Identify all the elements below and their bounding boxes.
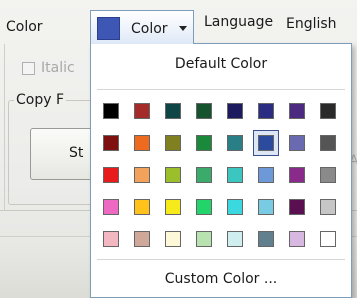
- color-swatch-cell[interactable]: [127, 128, 158, 160]
- color-chip: [289, 231, 305, 247]
- color-dropdown-button[interactable]: Color: [90, 10, 194, 44]
- start-button-label: St: [69, 145, 84, 161]
- color-chip: [134, 199, 150, 215]
- color-swatch-cell[interactable]: [127, 96, 158, 128]
- color-swatch-cell[interactable]: [189, 96, 220, 128]
- color-swatch-cell[interactable]: [220, 224, 251, 256]
- color-chip: [320, 103, 336, 119]
- copy-group-label: Copy F: [14, 92, 67, 108]
- color-grid: [96, 96, 352, 256]
- chevron-down-icon: [179, 26, 187, 31]
- separator: [97, 89, 345, 90]
- color-swatch-cell[interactable]: [282, 96, 313, 128]
- frame-line: [4, 44, 5, 210]
- color-swatch-cell[interactable]: [96, 192, 127, 224]
- color-chip: [103, 167, 119, 183]
- color-swatch-cell[interactable]: [158, 224, 189, 256]
- color-swatch-cell[interactable]: [189, 224, 220, 256]
- color-chip: [227, 167, 243, 183]
- window: Italic Copy F St A Color Color Language …: [0, 0, 357, 298]
- color-swatch-cell[interactable]: [189, 160, 220, 192]
- color-chip: [320, 167, 336, 183]
- color-swatch-cell[interactable]: [313, 160, 344, 192]
- color-chip: [289, 199, 305, 215]
- color-swatch: [97, 17, 120, 40]
- color-swatch-cell[interactable]: [220, 192, 251, 224]
- color-swatch-cell[interactable]: [313, 224, 344, 256]
- color-chip: [258, 167, 274, 183]
- color-chip: [103, 135, 119, 151]
- color-chip: [258, 135, 274, 151]
- color-swatch-cell[interactable]: [96, 224, 127, 256]
- color-chip: [227, 103, 243, 119]
- color-swatch-cell[interactable]: [96, 128, 127, 160]
- color-chip: [103, 103, 119, 119]
- color-swatch-cell[interactable]: [251, 192, 282, 224]
- color-chip: [196, 167, 212, 183]
- color-swatch-cell[interactable]: [313, 192, 344, 224]
- color-swatch-cell[interactable]: [251, 160, 282, 192]
- color-chip: [227, 135, 243, 151]
- default-color-menu-item[interactable]: Default Color: [91, 44, 351, 82]
- color-chip: [134, 167, 150, 183]
- color-swatch-cell[interactable]: [220, 128, 251, 160]
- color-chip: [134, 103, 150, 119]
- italic-label: Italic: [41, 60, 75, 76]
- color-swatch-cell[interactable]: [313, 96, 344, 128]
- language-label: Language: [204, 14, 274, 30]
- color-chip: [258, 103, 274, 119]
- color-swatch-cell[interactable]: [158, 192, 189, 224]
- color-chip: [289, 135, 305, 151]
- color-swatch-cell[interactable]: [96, 160, 127, 192]
- color-swatch-cell[interactable]: [282, 192, 313, 224]
- color-swatch-cell[interactable]: [313, 128, 344, 160]
- color-swatch-cell[interactable]: [127, 224, 158, 256]
- color-chip: [103, 231, 119, 247]
- color-swatch-cell[interactable]: [158, 160, 189, 192]
- color-chip: [227, 199, 243, 215]
- separator: [97, 259, 345, 260]
- color-swatch-cell[interactable]: [96, 96, 127, 128]
- color-swatch-cell[interactable]: [158, 128, 189, 160]
- color-swatch-cell[interactable]: [127, 192, 158, 224]
- color-chip: [165, 135, 181, 151]
- color-chip: [258, 199, 274, 215]
- italic-checkbox[interactable]: [22, 62, 35, 75]
- color-chip: [320, 231, 336, 247]
- color-swatch-cell[interactable]: [220, 96, 251, 128]
- color-swatch-cell[interactable]: [189, 192, 220, 224]
- color-button-label: Color: [131, 21, 168, 37]
- color-chip: [289, 167, 305, 183]
- color-swatch-cell[interactable]: [189, 128, 220, 160]
- color-picker-popup: Default Color Custom Color ...: [90, 43, 352, 298]
- color-chip: [320, 135, 336, 151]
- color-chip: [196, 199, 212, 215]
- color-swatch-cell[interactable]: [251, 96, 282, 128]
- color-chip: [258, 231, 274, 247]
- color-chip: [165, 231, 181, 247]
- color-chip: [227, 231, 243, 247]
- color-swatch-cell[interactable]: [127, 160, 158, 192]
- color-swatch-cell[interactable]: [282, 224, 313, 256]
- color-chip: [165, 199, 181, 215]
- color-label: Color: [6, 19, 43, 35]
- color-chip: [103, 199, 119, 215]
- color-chip: [289, 103, 305, 119]
- color-chip: [134, 135, 150, 151]
- color-chip: [196, 135, 212, 151]
- color-chip: [196, 231, 212, 247]
- color-swatch-cell[interactable]: [251, 224, 282, 256]
- color-swatch-cell[interactable]: [282, 128, 313, 160]
- color-chip: [196, 103, 212, 119]
- color-swatch-cell[interactable]: [158, 96, 189, 128]
- custom-color-menu-item[interactable]: Custom Color ...: [91, 262, 351, 296]
- color-chip: [320, 199, 336, 215]
- color-swatch-cell[interactable]: [251, 128, 282, 160]
- color-chip: [134, 231, 150, 247]
- color-swatch-cell[interactable]: [282, 160, 313, 192]
- color-chip: [165, 103, 181, 119]
- color-swatch-cell[interactable]: [220, 160, 251, 192]
- color-chip: [165, 167, 181, 183]
- language-dropdown[interactable]: English: [286, 14, 337, 34]
